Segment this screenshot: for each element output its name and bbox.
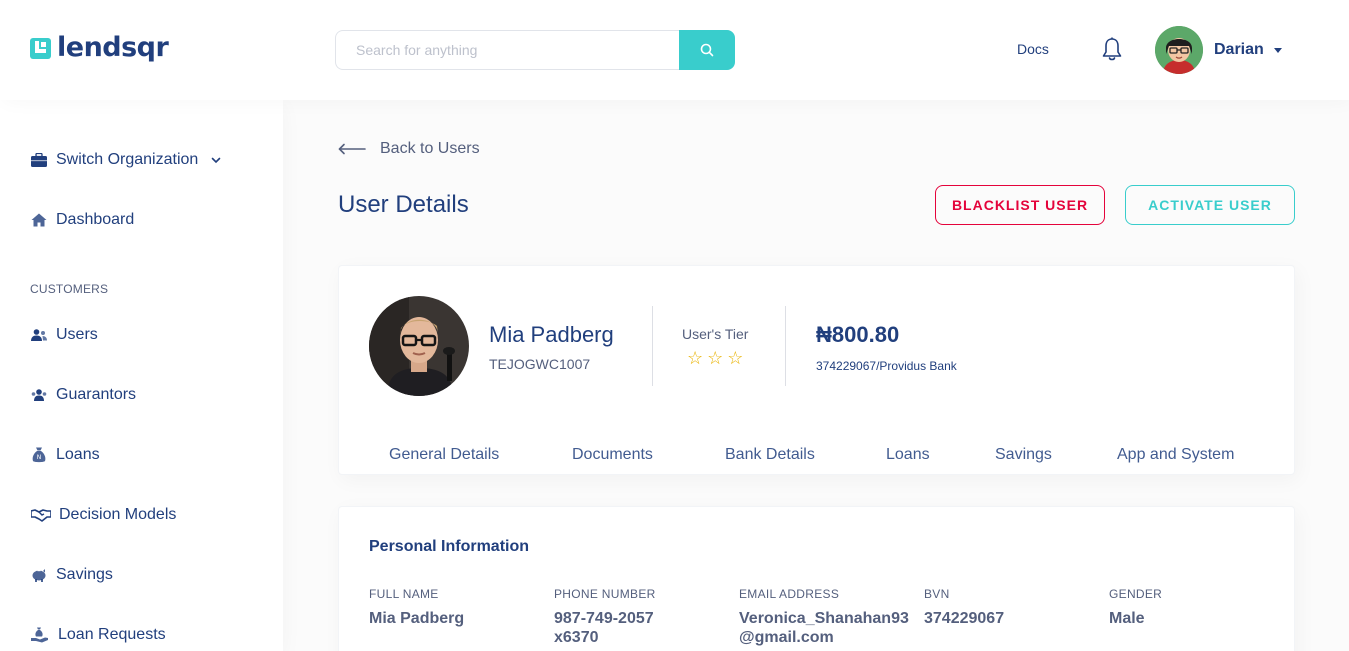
field-label: EMAIL ADDRESS <box>739 587 840 601</box>
back-label: Back to Users <box>380 140 480 157</box>
user-id-code: TEJOGWC1007 <box>489 356 591 372</box>
loan-request-icon <box>30 627 50 643</box>
field-value: Male <box>1109 610 1145 627</box>
field-value: 374229067 <box>924 610 1005 627</box>
field-value: 987-749-2057 x6370 <box>554 610 654 646</box>
sidebar-item-label: Guarantors <box>56 386 137 403</box>
top-header: lendsqr Docs Darian <box>0 0 1349 100</box>
tab-loans[interactable]: Loans <box>886 446 930 464</box>
user-full-name: Mia Padberg <box>489 322 614 347</box>
docs-link[interactable]: Docs <box>1017 41 1049 57</box>
search-bar <box>335 30 735 70</box>
briefcase-icon <box>30 152 48 168</box>
user-tier-stars: ☆☆☆ <box>687 348 748 368</box>
users-icon <box>30 327 48 343</box>
sidebar-item-loans[interactable]: N Loans <box>30 446 100 464</box>
field-label: BVN <box>924 587 950 601</box>
field-phone-number: PHONE NUMBER 987-749-2057 x6370 <box>554 587 674 647</box>
home-icon <box>30 212 48 228</box>
customers-section-heading: CUSTOMERS <box>30 282 109 296</box>
field-full-name: FULL NAME Mia Padberg <box>369 587 549 628</box>
loan-sack-icon: N <box>30 447 48 463</box>
piggy-bank-icon <box>30 567 48 583</box>
activate-user-button[interactable]: ACTIVATE USER <box>1125 185 1295 225</box>
sidebar-item-decision-models[interactable]: Decision Models <box>30 506 176 524</box>
page-title: User Details <box>338 191 469 218</box>
sidebar-item-users[interactable]: Users <box>30 326 98 344</box>
sidebar-item-label: Dashboard <box>56 211 135 228</box>
blacklist-user-button[interactable]: BLACKLIST USER <box>935 185 1105 225</box>
tab-general-details[interactable]: General Details <box>389 446 499 464</box>
sidebar-item-label: Users <box>56 326 98 343</box>
field-label: FULL NAME <box>369 587 439 601</box>
bank-account-info: 374229067/Providus Bank <box>816 359 957 373</box>
user-avatar[interactable] <box>1155 26 1203 74</box>
search-button[interactable] <box>679 30 735 70</box>
tab-bank-details[interactable]: Bank Details <box>725 446 815 464</box>
arrow-left-icon <box>338 143 366 155</box>
logo-text: lendsqr <box>57 32 169 63</box>
sidebar-item-guarantors[interactable]: Guarantors <box>30 386 136 404</box>
notification-bell-icon[interactable] <box>1100 37 1124 63</box>
summary-divider <box>652 306 653 386</box>
lendsqr-logo[interactable]: lendsqr <box>30 32 169 63</box>
chevron-down-icon <box>211 157 221 164</box>
user-detail-tabs: General Details Documents Bank Details L… <box>339 446 1296 476</box>
sidebar: Switch Organization Dashboard CUSTOMERS … <box>0 100 283 651</box>
field-bvn: BVN 374229067 <box>924 587 1104 628</box>
field-label: GENDER <box>1109 587 1163 601</box>
user-tier-label: User's Tier <box>682 326 749 342</box>
summary-divider <box>785 306 786 386</box>
field-label: PHONE NUMBER <box>554 587 656 601</box>
tab-app-and-system[interactable]: App and System <box>1117 446 1234 464</box>
user-menu-caret-icon[interactable] <box>1274 48 1282 53</box>
tab-documents[interactable]: Documents <box>572 446 653 464</box>
guarantors-icon <box>30 387 48 403</box>
sidebar-item-savings[interactable]: Savings <box>30 566 113 584</box>
field-value: Mia Padberg <box>369 610 465 627</box>
field-gender: GENDER Male <box>1109 587 1289 628</box>
sidebar-item-label: Savings <box>56 566 113 583</box>
section-title: Personal Information <box>369 538 530 555</box>
handshake-icon <box>30 507 51 523</box>
user-name[interactable]: Darian <box>1214 41 1264 59</box>
lendsqr-logo-icon <box>30 37 51 59</box>
sidebar-item-label: Loan Requests <box>58 626 166 643</box>
personal-information-card: Personal Information FULL NAME Mia Padbe… <box>338 506 1295 651</box>
sidebar-item-label: Decision Models <box>59 506 177 523</box>
search-icon <box>700 43 714 57</box>
switch-organization-dropdown[interactable]: Switch Organization <box>30 151 222 169</box>
sidebar-item-loan-requests[interactable]: Loan Requests <box>30 626 166 644</box>
search-input[interactable] <box>335 30 680 70</box>
profile-avatar <box>369 296 469 396</box>
field-value: Veronica_Shanahan93@gmail.com <box>739 610 909 646</box>
switch-organization-label: Switch Organization <box>56 151 199 168</box>
svg-text:N: N <box>37 454 42 461</box>
profile-photo <box>369 296 469 396</box>
sidebar-item-label: Loans <box>56 446 100 463</box>
sidebar-item-dashboard[interactable]: Dashboard <box>30 211 134 229</box>
avatar-illustration <box>1155 26 1203 74</box>
field-email-address: EMAIL ADDRESS Veronica_Shanahan93@gmail.… <box>739 587 917 647</box>
user-summary-card: Mia Padberg TEJOGWC1007 User's Tier ☆☆☆ … <box>338 265 1295 475</box>
account-balance: ₦800.80 <box>816 322 900 347</box>
back-to-users-link[interactable]: Back to Users <box>338 140 480 158</box>
tab-savings[interactable]: Savings <box>995 446 1052 464</box>
